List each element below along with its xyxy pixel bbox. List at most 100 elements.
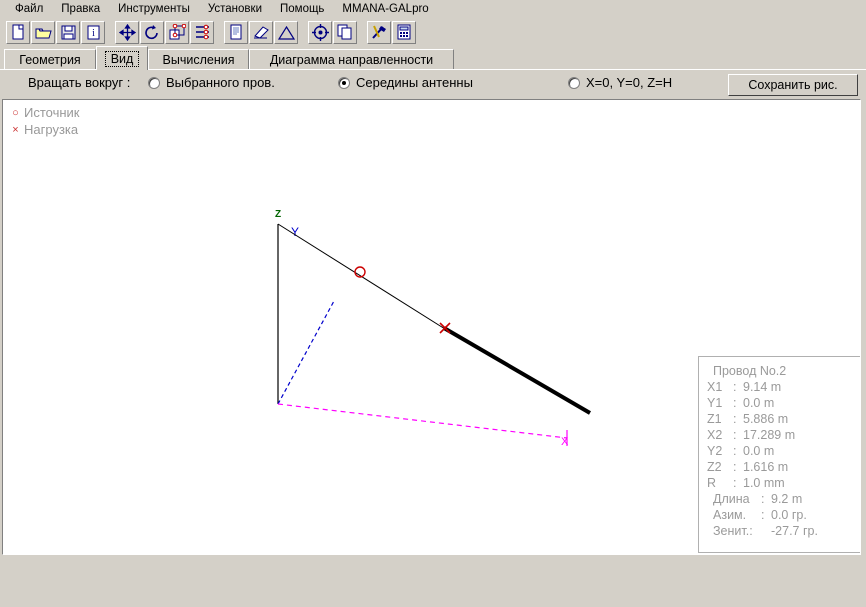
antenna-view-canvas[interactable]: ○ Источник × Нагрузка Z Y X: [2, 99, 861, 555]
scale-button[interactable]: [165, 21, 189, 44]
calculator-button[interactable]: [392, 21, 416, 44]
target-button[interactable]: [308, 21, 332, 44]
wire-info-key-x1: X1: [707, 379, 733, 395]
wire-info-value-z1: 5.886 m: [743, 411, 788, 427]
wire-info-title: Провод No.2: [707, 363, 861, 379]
triangle-icon: [278, 25, 295, 40]
wire-info-row-zenith: Зенит.: -27.7 гр.: [707, 523, 861, 539]
wire-info-sep-length: :: [761, 491, 771, 507]
wire-info-row-z1: Z1 : 5.886 m: [707, 411, 861, 427]
wire-info-key-x2: X2: [707, 427, 733, 443]
menu-item-tools[interactable]: Инструменты: [109, 2, 199, 16]
radio-selected-wire[interactable]: Выбранного пров.: [148, 75, 275, 90]
tab-calculations[interactable]: Вычисления: [148, 49, 249, 70]
axis-z-label: Z: [275, 209, 281, 220]
tab-radiation-pattern-label: Диаграмма направленности: [270, 53, 433, 67]
axis-x-line: [278, 404, 567, 438]
wire-info-row-y2: Y2 : 0.0 m: [707, 443, 861, 459]
wire-info-sep-x1: :: [733, 379, 743, 395]
menu-item-mmana-galpro[interactable]: MMANA-GALpro: [333, 2, 437, 16]
wire-info-key-r: R: [707, 475, 733, 491]
toolbar: i: [0, 18, 866, 46]
wire-info-value-x2: 17.289 m: [743, 427, 795, 443]
info-icon: i: [87, 25, 100, 40]
wire-info-row-y1: Y1 : 0.0 m: [707, 395, 861, 411]
wire-info-sep-x2: :: [733, 427, 743, 443]
rotate-icon: [144, 24, 160, 40]
document-button[interactable]: [224, 21, 248, 44]
menu-bar: Файл Правка Инструменты Установки Помощь…: [0, 0, 866, 18]
toolbar-separator-2: [215, 32, 224, 33]
wire-info-key-y2: Y2: [707, 443, 733, 459]
target-icon: [312, 24, 329, 41]
new-file-button[interactable]: [6, 21, 30, 44]
radio-antenna-center-label: Середины антенны: [356, 75, 473, 90]
wire-info-key-z2: Z2: [707, 459, 733, 475]
eraser-button[interactable]: [249, 21, 273, 44]
info-button[interactable]: i: [81, 21, 105, 44]
tab-radiation-pattern[interactable]: Диаграмма направленности: [249, 49, 454, 70]
tab-view[interactable]: Вид: [96, 46, 148, 70]
radio-antenna-center[interactable]: Середины антенны: [338, 75, 473, 90]
wire-info-sep-zenith: [761, 523, 771, 539]
menu-item-edit[interactable]: Правка: [52, 2, 109, 16]
load-marker[interactable]: [440, 323, 450, 333]
radio-origin-label: X=0, Y=0, Z=H: [586, 75, 672, 90]
new-file-icon: [11, 24, 26, 40]
toolbar-separator-1: [106, 32, 115, 33]
wire-info-key-y1: Y1: [707, 395, 733, 411]
rotate-around-label: Вращать вокруг :: [28, 75, 130, 90]
move-icon: [119, 24, 136, 41]
axis-y-line: [278, 301, 334, 404]
wire-info-value-y2: 0.0 m: [743, 443, 774, 459]
wire-info-row-length: Длина : 9.2 m: [707, 491, 861, 507]
save-disk-icon: [61, 25, 76, 40]
save-file-button[interactable]: [56, 21, 80, 44]
wire-info-row-r: R : 1.0 mm: [707, 475, 861, 491]
wire-info-row-azimuth: Азим. : 0.0 гр.: [707, 507, 861, 523]
tools-button[interactable]: [367, 21, 391, 44]
tools-icon: [371, 24, 388, 40]
wire-2-line-selected[interactable]: [444, 328, 590, 413]
wire-info-value-r: 1.0 mm: [743, 475, 785, 491]
toolbar-separator-4: [358, 32, 367, 33]
radio-antenna-center-button[interactable]: [338, 77, 350, 89]
tab-geometry[interactable]: Геометрия: [4, 49, 96, 70]
triangle-button[interactable]: [274, 21, 298, 44]
scale-icon: [169, 24, 186, 41]
move-button[interactable]: [115, 21, 139, 44]
wire-info-panel: Провод No.2 X1 : 9.14 m Y1 : 0.0 m Z1 : …: [698, 356, 861, 553]
menu-item-settings[interactable]: Установки: [199, 2, 271, 16]
wire-info-key-azimuth: Азим.: [713, 507, 761, 523]
wire-info-sep-y2: :: [733, 443, 743, 459]
wire-info-key-z1: Z1: [707, 411, 733, 427]
wire-info-sep-y1: :: [733, 395, 743, 411]
tab-strip: Геометрия Вид Вычисления Диаграмма напра…: [0, 46, 866, 70]
menu-item-help[interactable]: Помощь: [271, 2, 333, 16]
bottom-control-bar: Масштаб токов Ток Сегменты Масштаб Выбор…: [0, 557, 866, 607]
wire-info-value-length: 9.2 m: [771, 491, 802, 507]
rotate-button[interactable]: [140, 21, 164, 44]
segment-list-icon: [194, 24, 211, 40]
copy-icon: [337, 24, 353, 40]
open-folder-icon: [35, 25, 52, 40]
wire-info-key-zenith: Зенит.:: [713, 523, 761, 539]
wire-info-row-x1: X1 : 9.14 m: [707, 379, 861, 395]
wire-info-sep-z1: :: [733, 411, 743, 427]
wire-info-value-azimuth: 0.0 гр.: [771, 507, 807, 523]
wire-info-value-y1: 0.0 m: [743, 395, 774, 411]
radio-selected-wire-button[interactable]: [148, 77, 160, 89]
document-icon: [229, 24, 243, 40]
copy-button[interactable]: [333, 21, 357, 44]
radio-origin[interactable]: X=0, Y=0, Z=H: [568, 75, 672, 90]
wire-info-row-z2: Z2 : 1.616 m: [707, 459, 861, 475]
mmana-gal-window: Файл Правка Инструменты Установки Помощь…: [0, 0, 866, 607]
radio-selected-wire-label: Выбранного пров.: [166, 75, 275, 90]
eraser-icon: [252, 24, 270, 40]
open-file-button[interactable]: [31, 21, 55, 44]
menu-item-file[interactable]: Файл: [6, 2, 52, 16]
radio-origin-button[interactable]: [568, 77, 580, 89]
segment-list-button[interactable]: [190, 21, 214, 44]
svg-text:i: i: [92, 28, 95, 39]
save-image-button[interactable]: Сохранить рис.: [728, 74, 858, 96]
